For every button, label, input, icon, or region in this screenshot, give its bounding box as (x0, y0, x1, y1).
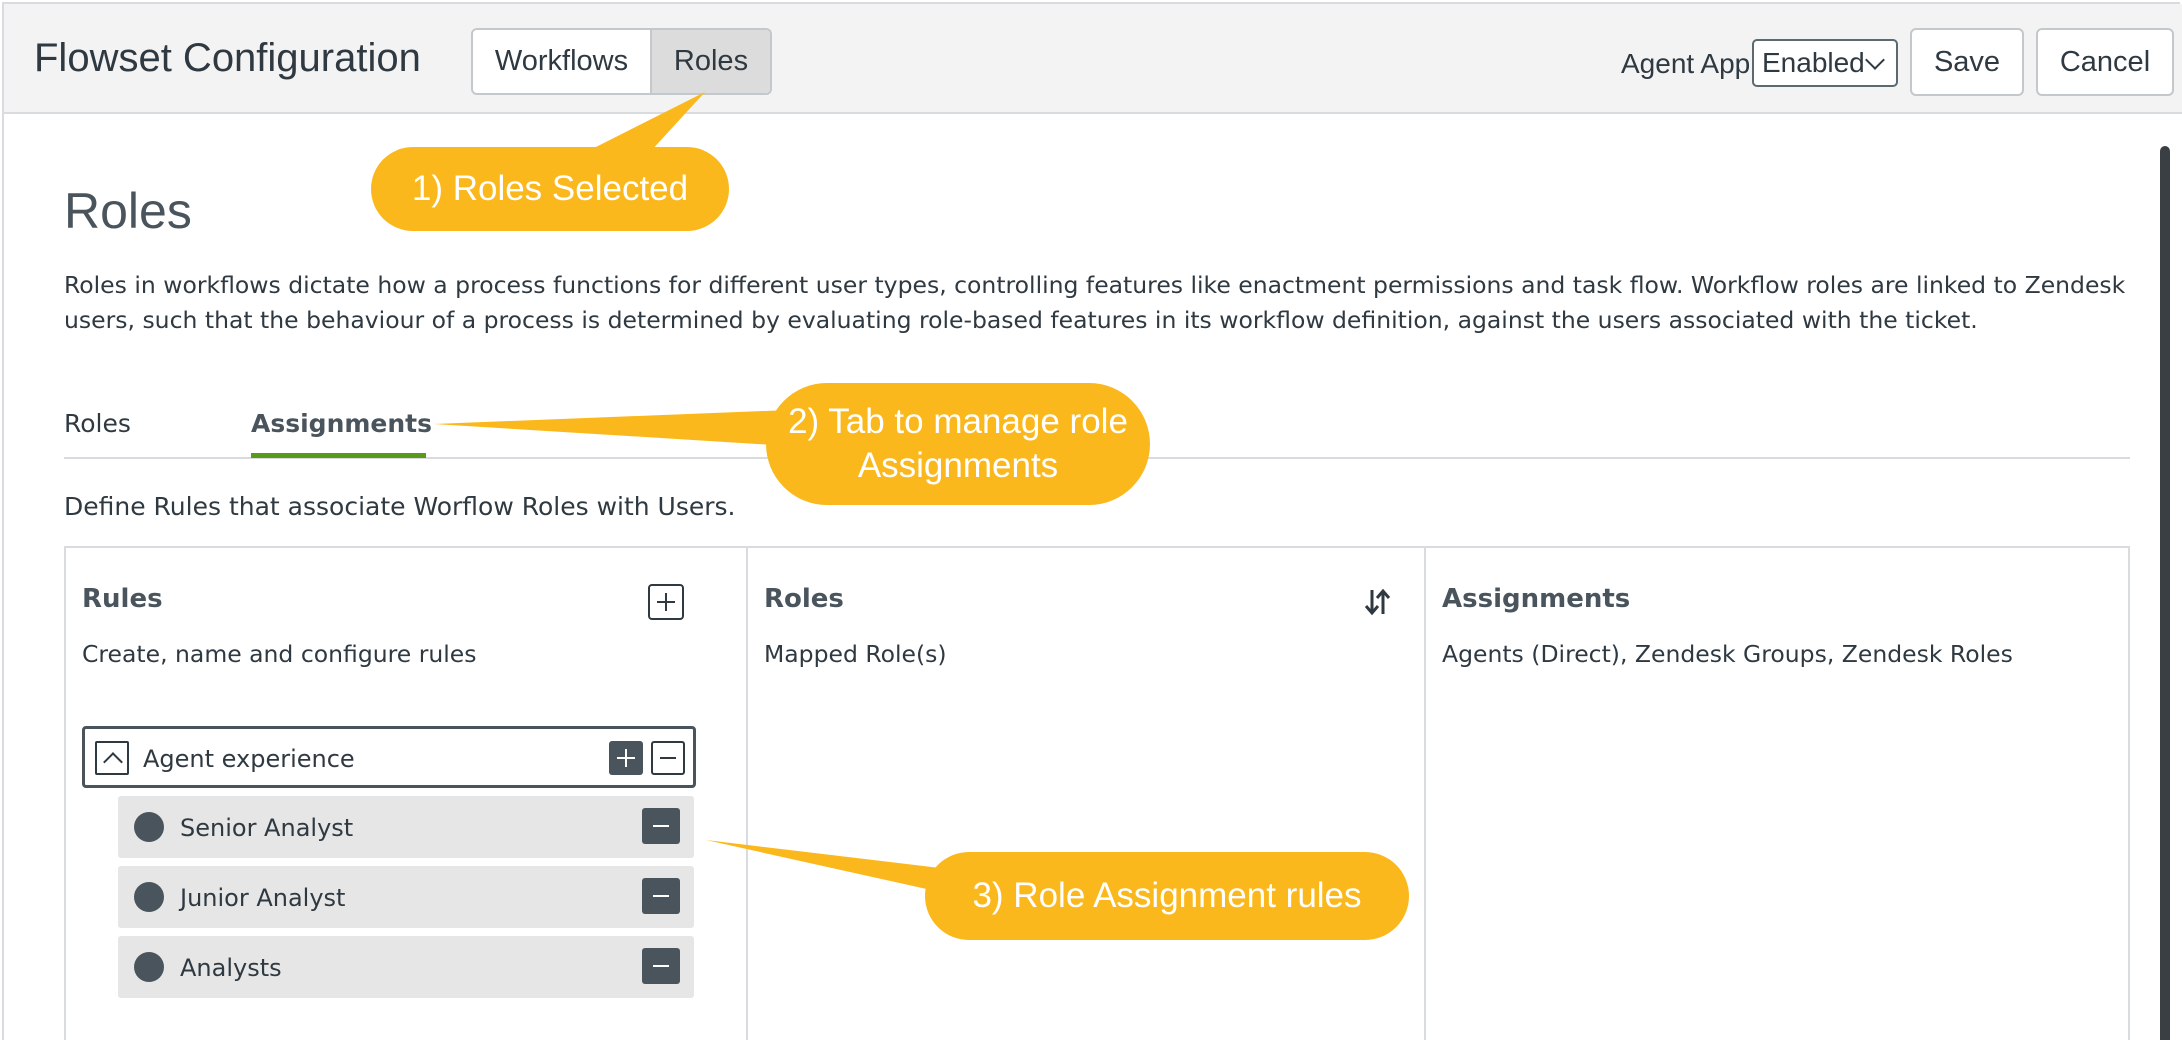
rules-column-subtitle: Create, name and configure rules (82, 640, 477, 668)
assignments-column-subtitle: Agents (Direct), Zendesk Groups, Zendesk… (1442, 640, 2013, 668)
tab-assignments[interactable]: Assignments (251, 409, 432, 438)
app-title: Flowset Configuration (34, 36, 421, 80)
minus-icon (653, 825, 669, 827)
rule-name: Agent experience (143, 745, 355, 773)
remove-role-button[interactable] (642, 808, 680, 844)
save-button[interactable]: Save (1910, 28, 2024, 96)
chevron-up-icon (103, 752, 123, 772)
roles-column-subtitle: Mapped Role(s) (764, 640, 947, 668)
remove-role-button[interactable] (642, 878, 680, 914)
remove-role-button[interactable] (642, 948, 680, 984)
workflows-segment-button[interactable]: Workflows (473, 30, 652, 93)
role-dot-icon (134, 952, 164, 982)
active-tab-indicator (251, 453, 426, 458)
minus-icon (653, 965, 669, 967)
page-title: Roles (64, 183, 192, 239)
roles-column: Roles Mapped Role(s) (748, 548, 1426, 1040)
cancel-button[interactable]: Cancel (2036, 28, 2174, 96)
roles-column-title: Roles (764, 584, 844, 614)
rules-column: Rules Create, name and configure rules A… (66, 548, 748, 1040)
vertical-scrollbar[interactable] (2160, 146, 2170, 1040)
role-dot-icon (134, 882, 164, 912)
roles-segment-button[interactable]: Roles (652, 30, 770, 93)
assignments-column: Assignments Agents (Direct), Zendesk Gro… (1426, 548, 2130, 1040)
remove-rule-button[interactable] (651, 741, 685, 775)
rules-column-title: Rules (82, 584, 163, 614)
rule-role-item[interactable]: Senior Analyst (118, 796, 694, 858)
agent-app-label: Agent App (1621, 48, 1751, 79)
assignments-grid: Rules Create, name and configure rules A… (64, 546, 2130, 1040)
minus-icon (660, 757, 676, 759)
add-role-to-rule-button[interactable] (609, 741, 643, 775)
rule-role-item[interactable]: Analysts (118, 936, 694, 998)
agent-app-value: Enabled (1762, 47, 1865, 78)
assignments-column-title: Assignments (1442, 584, 1631, 614)
collapse-rule-button[interactable] (95, 741, 129, 775)
callout-tab-manage: 2) Tab to manage role Assignments (766, 383, 1150, 505)
role-label: Analysts (180, 954, 282, 982)
sort-icon[interactable] (1362, 586, 1392, 618)
header-bar: Flowset Configuration Workflows Roles Ag… (4, 4, 2182, 114)
callout-role-rules: 3) Role Assignment rules (925, 852, 1409, 940)
role-dot-icon (134, 812, 164, 842)
role-label: Junior Analyst (180, 884, 346, 912)
callout-roles-selected: 1) Roles Selected (371, 147, 729, 231)
rule-group-agent-experience[interactable]: Agent experience (82, 726, 696, 788)
tab-roles[interactable]: Roles (64, 409, 131, 438)
view-switcher: Workflows Roles (471, 28, 772, 95)
minus-icon (653, 895, 669, 897)
chevron-down-icon (1865, 50, 1885, 70)
page-description: Roles in workflows dictate how a process… (64, 271, 2126, 334)
rule-role-item[interactable]: Junior Analyst (118, 866, 694, 928)
tab-description: Define Rules that associate Worflow Role… (64, 492, 736, 521)
role-label: Senior Analyst (180, 814, 354, 842)
agent-app-select[interactable]: Enabled (1752, 39, 1898, 87)
add-rule-button[interactable] (648, 584, 684, 620)
